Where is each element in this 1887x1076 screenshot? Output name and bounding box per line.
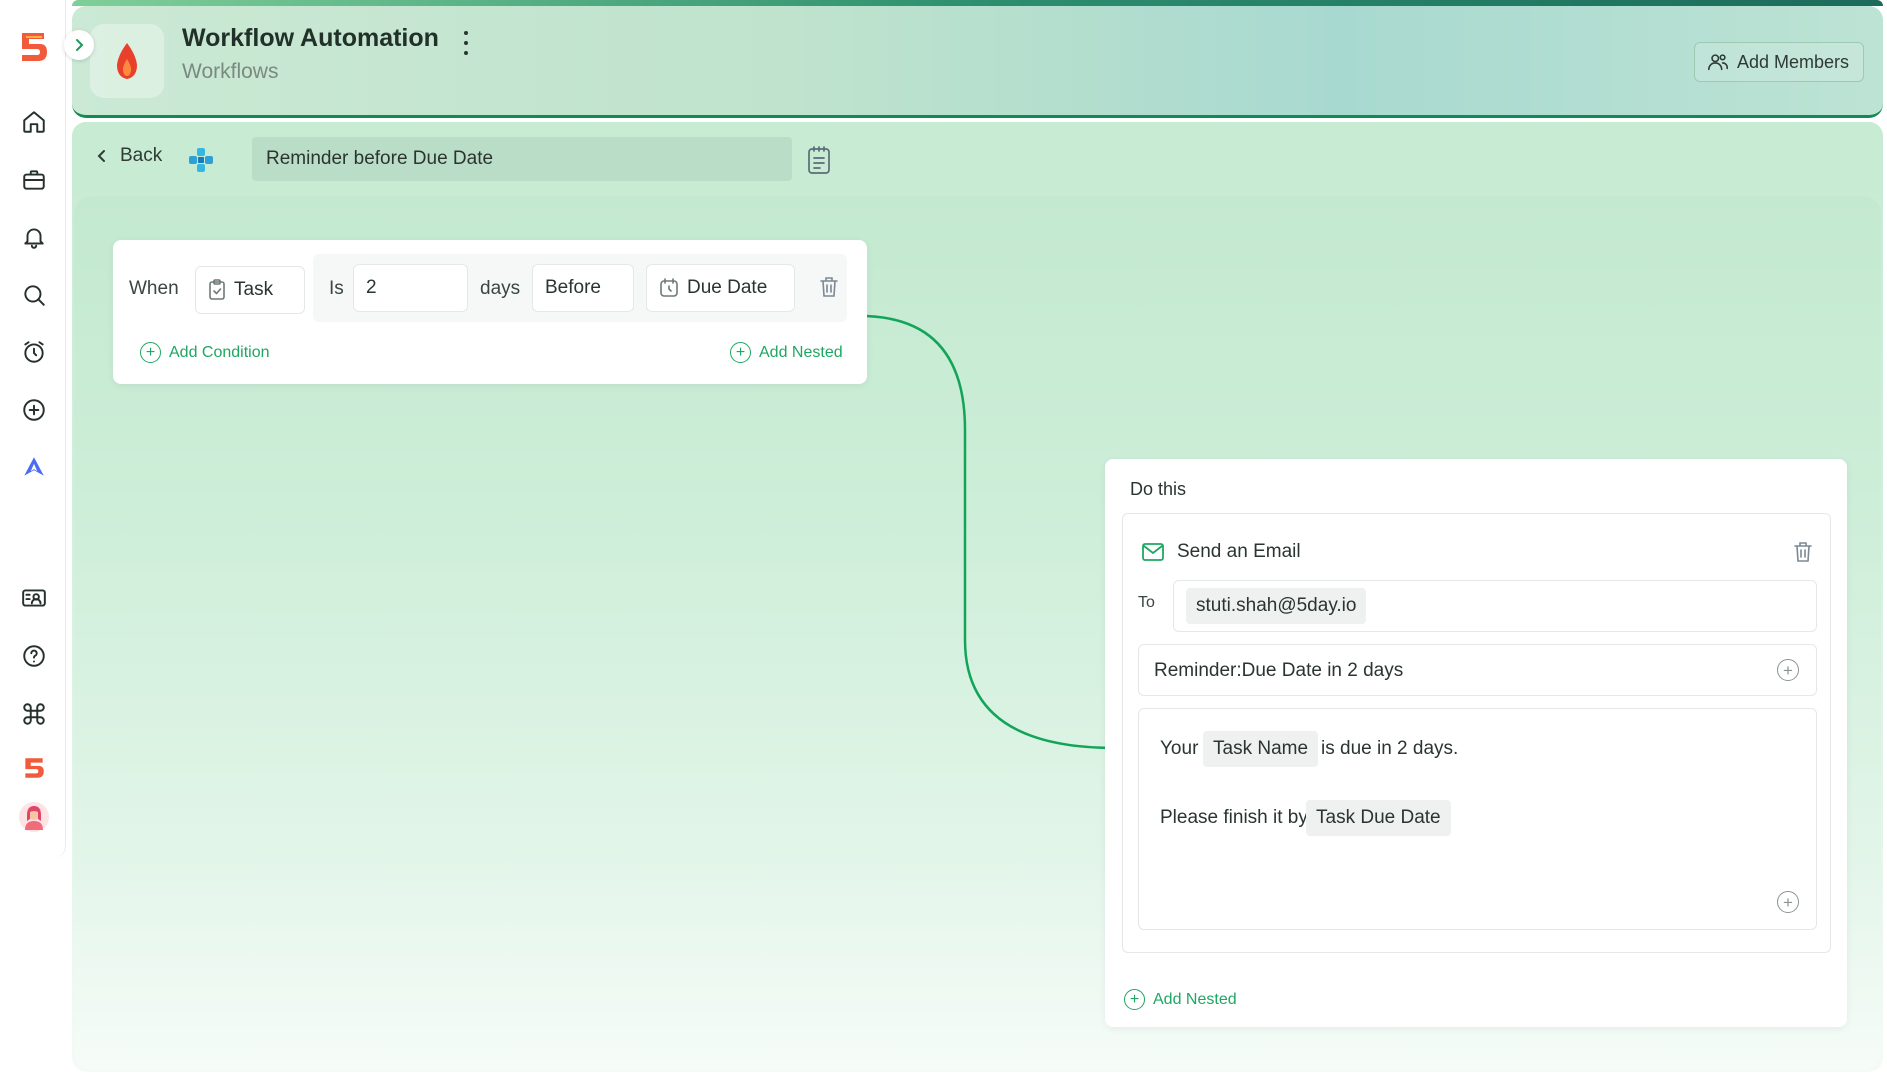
relation-value: Before xyxy=(545,277,601,298)
entity-value: Task xyxy=(234,279,274,300)
trigger-card: When Task Is 2 days Before Due Date + Ad… xyxy=(113,240,867,384)
plus-circle-icon: + xyxy=(140,342,161,363)
action-type-label: Send an Email xyxy=(1177,541,1301,562)
to-label: To xyxy=(1138,594,1155,611)
send-email-action: Send an Email To stuti.shah@5day.io Remi… xyxy=(1122,513,1831,953)
rocket-a-icon[interactable] xyxy=(19,452,49,482)
support-card-icon[interactable] xyxy=(19,583,49,613)
when-label: When xyxy=(129,278,179,299)
subject-text: Reminder:Due Date in 2 days xyxy=(1154,660,1404,681)
brand-logo-small-icon[interactable] xyxy=(19,753,49,783)
plus-circle-icon: + xyxy=(1124,989,1145,1010)
task-due-date-token[interactable]: Task Due Date xyxy=(1306,800,1451,836)
briefcase-icon[interactable] xyxy=(19,165,49,195)
add-nested-label: Add Nested xyxy=(759,343,843,361)
days-value: 2 xyxy=(366,277,377,298)
search-icon[interactable] xyxy=(19,280,49,310)
plus-circle-icon: + xyxy=(730,342,751,363)
workflow-name-input[interactable] xyxy=(252,137,792,181)
do-this-label: Do this xyxy=(1130,479,1187,499)
entity-select[interactable]: Task xyxy=(195,266,305,314)
calendar-clock-icon xyxy=(660,278,678,297)
subject-field[interactable]: Reminder:Due Date in 2 days + xyxy=(1138,644,1817,696)
notes-icon[interactable] xyxy=(806,145,834,175)
flame-icon xyxy=(117,43,137,79)
days-value-input[interactable]: 2 xyxy=(353,264,468,312)
workflow-app-icon xyxy=(90,24,164,98)
user-avatar[interactable] xyxy=(19,802,49,832)
page-title: Workflow Automation xyxy=(182,24,439,52)
header xyxy=(72,6,1883,118)
command-icon[interactable] xyxy=(19,699,49,729)
page-subtitle: Workflows xyxy=(182,60,279,83)
unit-label: days xyxy=(480,278,521,299)
home-icon[interactable] xyxy=(19,107,49,137)
help-icon[interactable] xyxy=(19,641,49,671)
body-line1-prefix: Your xyxy=(1160,738,1199,759)
insert-variable-body-icon[interactable]: + xyxy=(1777,891,1799,913)
delete-action-icon[interactable] xyxy=(1793,541,1815,565)
body-line1-suffix: is due in 2 days. xyxy=(1321,738,1459,759)
is-label: Is xyxy=(329,278,344,299)
brand-logo-icon[interactable] xyxy=(18,30,50,64)
date-field-value: Due Date xyxy=(687,277,768,298)
add-nested-trigger-button[interactable]: + Add Nested xyxy=(730,342,843,363)
relation-select[interactable]: Before xyxy=(532,264,634,312)
workflow-nodes-icon xyxy=(187,146,215,174)
task-name-token[interactable]: Task Name xyxy=(1203,731,1319,767)
email-body-field[interactable]: Your Task Name is due in 2 days. Please … xyxy=(1138,708,1817,930)
action-card: Do this Send an Email To stuti.shah@5day… xyxy=(1105,459,1847,1027)
add-nested-action-button[interactable]: + Add Nested xyxy=(1124,989,1237,1010)
expand-sidebar-button[interactable] xyxy=(64,30,94,60)
add-members-label: Add Members xyxy=(1737,51,1850,72)
add-members-button[interactable]: Add Members xyxy=(1694,42,1864,82)
more-options-icon[interactable] xyxy=(456,28,476,58)
insert-variable-subject-icon[interactable]: + xyxy=(1777,659,1799,681)
add-nested-action-label: Add Nested xyxy=(1153,990,1237,1008)
chevron-right-icon xyxy=(76,39,84,51)
back-button[interactable]: Back xyxy=(96,145,162,167)
mail-icon xyxy=(1142,543,1164,561)
clipboard-check-icon xyxy=(209,279,225,300)
delete-condition-icon[interactable] xyxy=(819,276,841,300)
add-condition-button[interactable]: + Add Condition xyxy=(140,342,270,363)
add-condition-label: Add Condition xyxy=(169,343,270,361)
bell-icon[interactable] xyxy=(19,222,49,252)
plus-circle-icon[interactable] xyxy=(19,395,49,425)
chevron-left-icon xyxy=(97,150,105,162)
to-recipients-field[interactable]: stuti.shah@5day.io xyxy=(1173,580,1817,632)
users-icon xyxy=(1708,54,1728,71)
sidebar xyxy=(0,0,66,858)
back-label: Back xyxy=(120,145,163,166)
alarm-clock-icon[interactable] xyxy=(19,337,49,367)
date-field-select[interactable]: Due Date xyxy=(646,264,795,312)
recipient-token[interactable]: stuti.shah@5day.io xyxy=(1186,588,1367,624)
body-line2-prefix: Please finish it by xyxy=(1160,807,1308,828)
